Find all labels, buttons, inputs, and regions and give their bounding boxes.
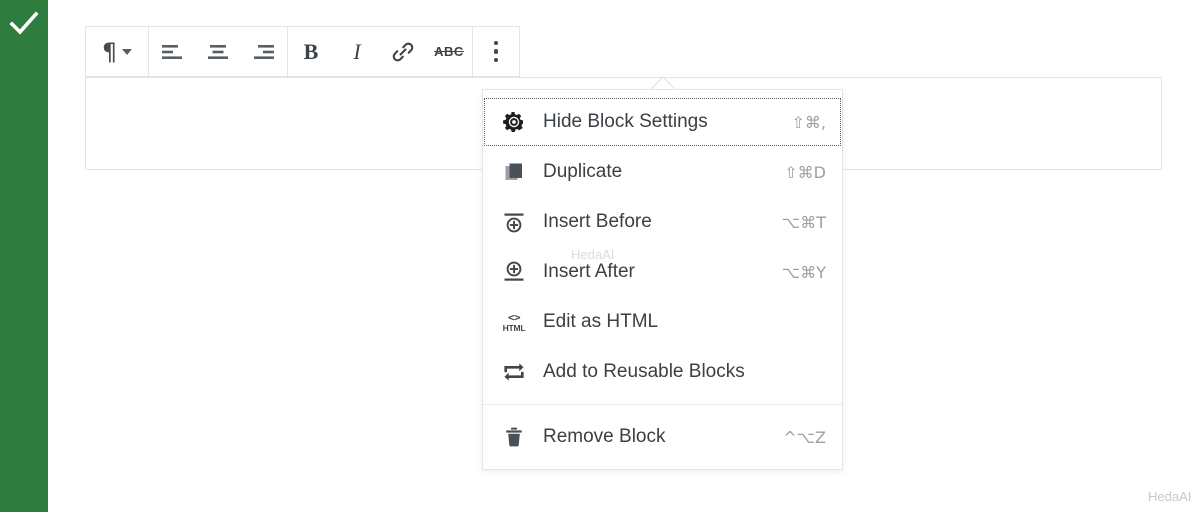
menu-item-shortcut: ⌥⌘Y <box>781 262 826 282</box>
menu-item-hide-block-settings[interactable]: Hide Block Settings ⇧⌘, <box>483 97 842 147</box>
menu-item-edit-as-html[interactable]: <> HTML Edit as HTML <box>483 297 842 347</box>
block-options-menu: Hide Block Settings ⇧⌘, Duplicate ⇧⌘D In… <box>482 89 843 470</box>
menu-item-label: Edit as HTML <box>543 311 659 332</box>
gear-icon <box>501 110 527 134</box>
menu-section-primary: Hide Block Settings ⇧⌘, Duplicate ⇧⌘D In… <box>483 90 842 404</box>
menu-item-insert-before[interactable]: Insert Before ⌥⌘T <box>483 197 842 247</box>
watermark-inner: HedaAI <box>571 247 615 262</box>
block-toolbar: ¶ B I ABC <box>85 26 520 77</box>
reusable-blocks-icon <box>501 360 527 384</box>
trash-icon <box>501 425 527 449</box>
menu-item-shortcut: ⇧⌘, <box>791 112 827 132</box>
menu-item-label: Insert After <box>543 261 635 282</box>
menu-item-shortcut: ⇧⌘D <box>784 162 826 182</box>
toolbar-group-alignment <box>149 27 288 76</box>
pilcrow-icon: ¶ <box>101 37 118 66</box>
menu-item-label: Remove Block <box>543 426 666 447</box>
more-options-button[interactable] <box>473 27 519 76</box>
align-center-icon <box>208 44 228 59</box>
menu-item-label: Insert Before <box>543 211 652 232</box>
toolbar-group-formatting: B I ABC <box>288 27 473 76</box>
paragraph-block-type-button[interactable]: ¶ <box>86 27 148 76</box>
toolbar-group-more <box>473 27 519 76</box>
menu-item-add-to-reusable-blocks[interactable]: Add to Reusable Blocks <box>483 347 842 397</box>
bold-button[interactable]: B <box>288 27 334 76</box>
vertical-ellipsis-icon <box>493 40 499 63</box>
link-icon <box>392 42 414 61</box>
align-left-button[interactable] <box>149 27 195 76</box>
insert-after-icon <box>501 260 527 284</box>
menu-item-shortcut: ^⌥Z <box>783 427 826 447</box>
watermark-corner: HedaAI <box>1148 489 1192 504</box>
bold-icon: B <box>303 38 319 64</box>
menu-item-remove-block[interactable]: Remove Block ^⌥Z <box>483 412 842 462</box>
italic-button[interactable]: I <box>334 27 380 76</box>
check-icon <box>9 11 39 35</box>
align-right-button[interactable] <box>241 27 287 76</box>
strikethrough-icon: ABC <box>434 44 464 59</box>
menu-item-label: Hide Block Settings <box>543 111 708 132</box>
align-center-button[interactable] <box>195 27 241 76</box>
menu-item-insert-after[interactable]: Insert After ⌥⌘Y <box>483 247 842 297</box>
menu-item-label: Add to Reusable Blocks <box>543 361 745 382</box>
italic-icon: I <box>353 38 361 64</box>
html-icon: <> HTML <box>502 310 526 333</box>
menu-item-label: Duplicate <box>543 161 623 182</box>
toolbar-group-block-type: ¶ <box>86 27 149 76</box>
insert-before-icon <box>501 210 527 234</box>
menu-section-destructive: Remove Block ^⌥Z <box>483 404 842 469</box>
link-button[interactable] <box>380 27 426 76</box>
menu-item-duplicate[interactable]: Duplicate ⇧⌘D <box>483 147 842 197</box>
strikethrough-button[interactable]: ABC <box>426 27 472 76</box>
chevron-down-icon <box>122 48 133 55</box>
align-right-icon <box>254 44 274 59</box>
menu-item-shortcut: ⌥⌘T <box>781 212 826 232</box>
duplicate-icon <box>501 160 527 184</box>
green-sidebar <box>0 0 48 512</box>
menu-pointer-arrow <box>651 76 675 89</box>
align-left-icon <box>162 44 182 59</box>
